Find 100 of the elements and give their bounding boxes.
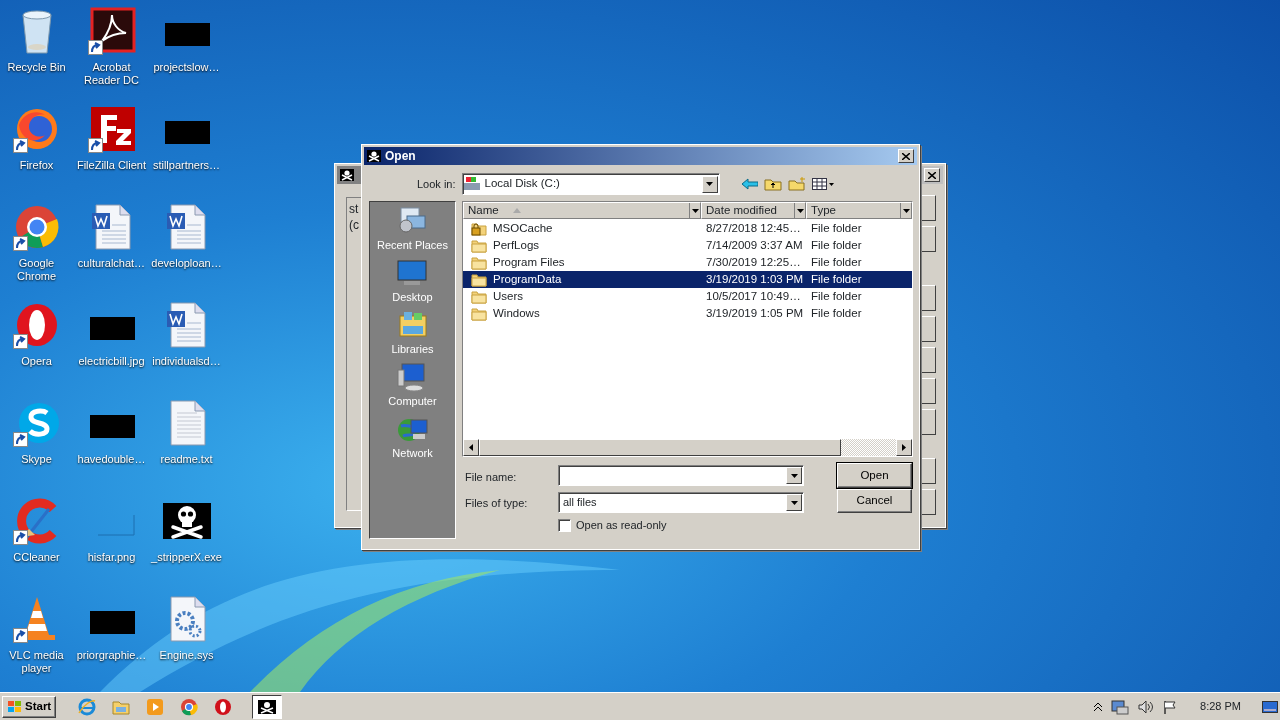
skull-icon [258,697,277,716]
icon-label[interactable]: readme.txt [149,453,224,466]
look-in-label: Look in: [417,176,456,192]
file-name: MSOCache [493,220,553,236]
tray-expand-icon[interactable] [1094,702,1103,711]
open-button[interactable]: Open [837,463,912,488]
file-name: ProgramData [493,271,562,287]
icon-label[interactable]: CCleaner [0,551,74,564]
checkbox[interactable] [558,518,571,532]
file-name-label: File name: [465,470,517,485]
close-icon [928,171,936,179]
panel-text: st [349,201,360,217]
icon-label[interactable]: priorgraphie… [74,649,149,662]
folder-icon [471,272,487,287]
icon-label[interactable]: Opera [0,355,74,368]
icon-label[interactable]: Skype [0,453,74,466]
file-name: Program Files [493,254,565,270]
recent-places-icon [396,206,429,236]
type-cell-text: File folder [810,288,863,304]
file-row[interactable]: MSOCache 8/27/2018 12:45… File folder [463,220,912,237]
skull-icon [367,150,381,162]
caret-icon[interactable] [796,208,804,213]
folder-icon [471,255,487,270]
icon-label[interactable]: culturalchat… [74,257,149,270]
file-row[interactable]: Users 10/5/2017 10:49… File folder [463,288,912,305]
checkbox-label[interactable]: Open as read-only [576,517,667,534]
taskbar-button[interactable] [252,694,283,719]
panel-text: (c [349,217,360,233]
places-item[interactable]: Recent Places [377,206,448,258]
scroll-thumb[interactable] [479,439,841,456]
date-cell-text: 10/5/2017 10:49… [705,288,802,304]
icon-label[interactable]: VLC media player [0,649,74,675]
icon-label[interactable]: hisfar.png [74,551,149,564]
horizontal-scrollbar[interactable] [463,439,912,456]
close-button[interactable] [924,168,940,182]
library-icon [396,310,429,340]
caret-icon[interactable] [902,208,910,213]
close-button[interactable] [898,149,914,163]
chrome-icon [180,697,199,716]
file-row[interactable]: PerfLogs 7/14/2009 3:37 AM File folder [463,237,912,254]
back-arrow-icon[interactable] [741,178,758,190]
start-button[interactable]: Start [2,695,57,718]
icon-label[interactable]: Engine.sys [149,649,224,662]
cancel-button[interactable]: Cancel [837,489,912,513]
left-arrow-icon[interactable] [469,444,473,451]
icon-label[interactable]: FileZilla Client [74,159,149,172]
places-item[interactable]: Computer [388,362,437,414]
icon-label[interactable]: developloan… [149,257,224,270]
type-cell-text: File folder [810,237,863,253]
column-header[interactable]: Name [463,202,701,219]
icon-label[interactable]: _stripperX.exe [149,551,224,564]
file-name: Users [493,288,524,304]
show-desktop-icon[interactable] [1262,699,1278,714]
folder-icon [471,306,487,321]
locked-folder-icon [471,221,487,236]
desktop-icon [396,258,429,288]
date-cell-text: 8/27/2018 12:45… [705,220,802,236]
file-name: PerfLogs [493,237,540,253]
caret-icon[interactable] [691,208,699,213]
right-arrow-icon[interactable] [902,444,906,451]
window-title: Open [385,148,416,165]
caret-icon [790,500,798,505]
column-header[interactable]: Date modified [701,202,806,219]
files-of-type-label: Files of type: [465,496,528,511]
icon-label[interactable]: individualsd… [149,355,224,368]
speaker-icon[interactable] [1138,699,1155,714]
opera-icon [214,697,233,716]
files-of-type-dropdown[interactable]: all files [558,492,804,513]
date-cell-text: 3/19/2019 1:05 PM [705,305,805,321]
up-folder-icon[interactable] [763,177,782,191]
file-row[interactable]: Program Files 7/30/2019 12:25… File folder [463,254,912,271]
look-in-dropdown[interactable]: Local Disk (C:) [461,173,720,195]
file-name: Windows [493,305,540,321]
type-cell-text: File folder [810,305,863,321]
skull-icon [340,169,354,181]
file-row[interactable]: ProgramData 3/19/2019 1:03 PM File folder [463,271,912,288]
caret-icon [790,473,798,478]
icon-label[interactable]: Acrobat Reader DC [74,61,149,87]
icon-label[interactable]: stillpartners… [149,159,224,172]
view-menu-icon[interactable] [811,178,834,190]
folder-icon [471,289,487,304]
icon-label[interactable]: electricbill.jpg [74,355,149,368]
type-cell-text: File folder [810,254,863,270]
places-item[interactable]: Network [392,414,433,466]
clock-time[interactable]: 8:28 PM [1200,698,1241,715]
icon-label[interactable]: Google Chrome [0,257,74,283]
places-item[interactable]: Libraries [391,310,434,362]
ie-icon [78,697,97,716]
type-cell-text: File folder [810,220,863,236]
column-header[interactable]: Type [806,202,912,219]
file-row[interactable]: Windows 3/19/2019 1:05 PM File folder [463,305,912,322]
file-name-field[interactable] [558,465,804,486]
flag-icon[interactable] [1163,699,1178,714]
icon-label[interactable]: Firefox [0,159,74,172]
icon-label[interactable]: Recycle Bin [0,61,74,74]
places-item[interactable]: Desktop [392,258,433,310]
sort-arrow-icon [512,208,521,214]
icon-label[interactable]: havedouble… [74,453,149,466]
icon-label[interactable]: projectslow… [149,61,224,74]
network-icon[interactable] [1111,698,1130,715]
